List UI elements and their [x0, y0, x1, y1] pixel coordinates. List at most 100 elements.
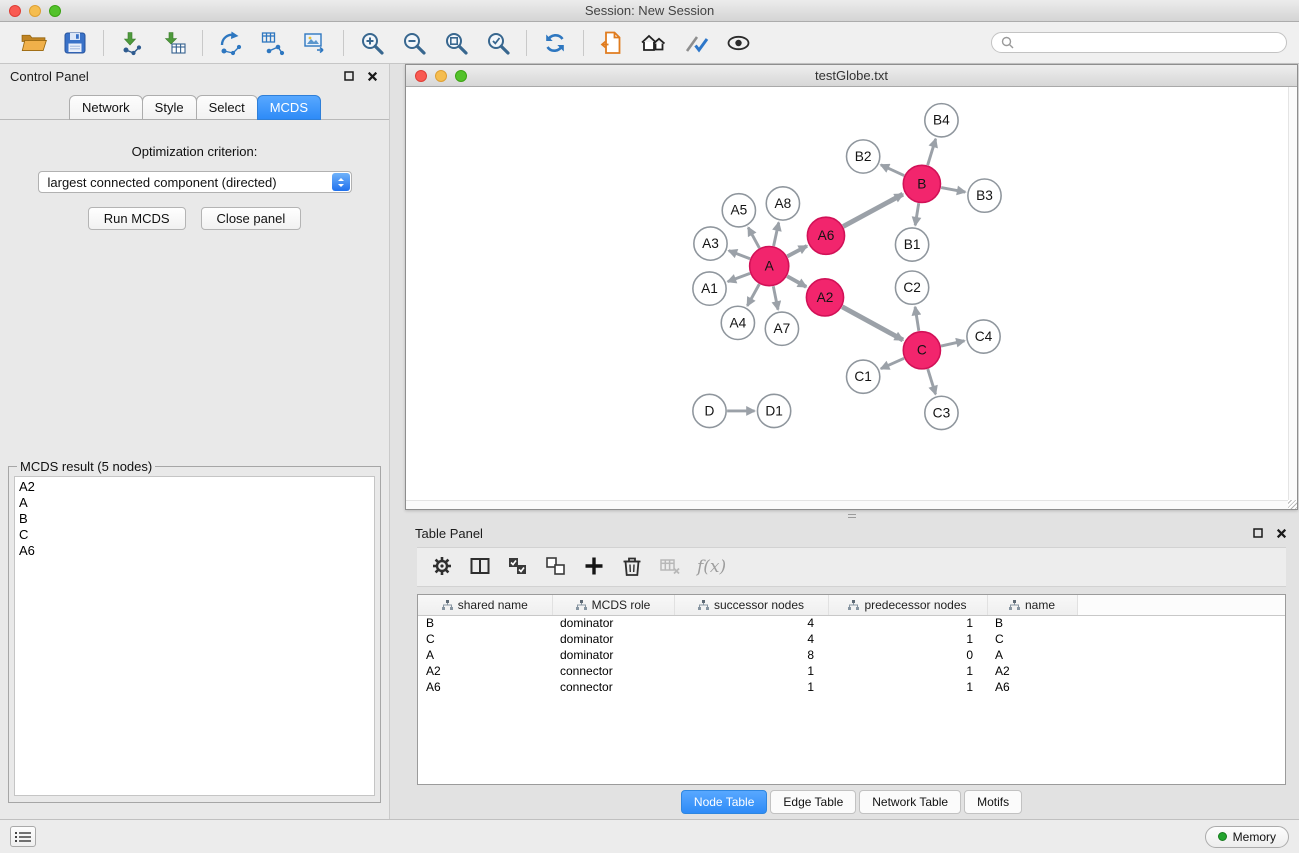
network-close-button[interactable] [415, 70, 427, 82]
new-network-button[interactable] [210, 25, 252, 61]
network-zoom-button[interactable] [455, 70, 467, 82]
table-row[interactable]: A2connector11A2 [418, 663, 1285, 679]
table-cell[interactable]: 8 [674, 647, 828, 663]
tab-style[interactable]: Style [142, 95, 197, 120]
node-A7[interactable]: A7 [765, 312, 798, 345]
edge-A-A4[interactable] [747, 284, 759, 306]
tab-motifs[interactable]: Motifs [964, 790, 1022, 814]
node-C2[interactable]: C2 [895, 271, 928, 304]
tab-edge-table[interactable]: Edge Table [770, 790, 856, 814]
edge-A-A3[interactable] [729, 251, 750, 259]
close-window-button[interactable] [9, 5, 21, 17]
node-A1[interactable]: A1 [693, 272, 726, 305]
table-row[interactable]: Cdominator41C [418, 631, 1285, 647]
edge-B-B1[interactable] [915, 203, 919, 225]
table-cell[interactable]: 0 [828, 647, 987, 663]
edge-A-A1[interactable] [728, 273, 750, 281]
mcds-result-item[interactable]: B [19, 511, 370, 527]
edge-A6-B[interactable] [843, 194, 903, 226]
table-cell[interactable]: C [418, 631, 552, 647]
node-A[interactable]: A [750, 247, 789, 286]
resize-grip-icon[interactable] [1288, 500, 1297, 509]
table-cell[interactable]: 1 [828, 615, 987, 631]
table-settings-button[interactable] [423, 550, 461, 584]
table-cell[interactable]: 1 [674, 679, 828, 695]
edge-A-A2[interactable] [787, 276, 806, 287]
node-C[interactable]: C [903, 332, 940, 369]
edge-B-B2[interactable] [881, 165, 904, 176]
table-cell[interactable]: 1 [828, 679, 987, 695]
tab-network-table[interactable]: Network Table [859, 790, 961, 814]
table-cell[interactable]: 1 [828, 663, 987, 679]
minimize-window-button[interactable] [29, 5, 41, 17]
tab-network[interactable]: Network [69, 95, 143, 120]
mcds-result-item[interactable]: A2 [19, 479, 370, 495]
zoom-selected-button[interactable] [477, 25, 519, 61]
optimization-criterion-dropdown[interactable]: largest connected component (directed) [38, 171, 352, 193]
edge-A-A7[interactable] [773, 286, 778, 309]
run-mcds-button[interactable]: Run MCDS [88, 207, 186, 230]
tab-node-table[interactable]: Node Table [681, 790, 768, 814]
search-input[interactable] [1020, 36, 1277, 50]
node-B2[interactable]: B2 [847, 140, 880, 173]
table-cell[interactable]: B [418, 615, 552, 631]
table-cell[interactable]: B [987, 615, 1077, 631]
node-B3[interactable]: B3 [968, 179, 1001, 212]
apply-style-button[interactable] [675, 25, 717, 61]
mcds-result-item[interactable]: A6 [19, 543, 370, 559]
close-table-panel-icon[interactable] [1274, 526, 1288, 540]
node-A2[interactable]: A2 [806, 279, 843, 316]
table-cell[interactable]: 4 [674, 631, 828, 647]
tab-mcds[interactable]: MCDS [257, 95, 321, 120]
node-B4[interactable]: B4 [925, 104, 958, 137]
close-panel-button[interactable]: Close panel [201, 207, 302, 230]
export-image-button[interactable] [294, 25, 336, 61]
float-panel-icon[interactable] [342, 69, 356, 83]
vertical-scrollbar[interactable] [1288, 87, 1297, 500]
node-A4[interactable]: A4 [721, 306, 754, 339]
delete-rows-button[interactable] [613, 550, 651, 584]
table-cell[interactable]: A2 [987, 663, 1077, 679]
memory-button[interactable]: Memory [1205, 826, 1289, 848]
table-cell[interactable]: dominator [552, 615, 674, 631]
table-cell[interactable]: C [987, 631, 1077, 647]
refresh-layout-button[interactable] [534, 25, 576, 61]
deselect-all-button[interactable] [537, 550, 575, 584]
table-cell[interactable]: dominator [552, 631, 674, 647]
node-C1[interactable]: C1 [847, 360, 880, 393]
select-all-button[interactable] [499, 550, 537, 584]
edge-A2-C[interactable] [842, 307, 903, 340]
task-list-button[interactable] [10, 826, 36, 847]
edge-A-A8[interactable] [774, 223, 779, 246]
edge-A-A5[interactable] [748, 228, 759, 249]
table-cell[interactable]: 1 [674, 663, 828, 679]
zoom-window-button[interactable] [49, 5, 61, 17]
add-row-button[interactable] [575, 550, 613, 584]
table-cell[interactable]: A [987, 647, 1077, 663]
table-cell[interactable]: A [418, 647, 552, 663]
zoom-in-button[interactable] [351, 25, 393, 61]
table-cell[interactable]: connector [552, 679, 674, 695]
edge-A-A6[interactable] [787, 246, 807, 256]
divider-grip-icon[interactable] [848, 513, 856, 519]
panel-divider[interactable] [405, 510, 1298, 521]
edge-C-C2[interactable] [915, 307, 919, 331]
node-A3[interactable]: A3 [694, 227, 727, 260]
node-C3[interactable]: C3 [925, 396, 958, 429]
edge-C-C3[interactable] [928, 369, 936, 394]
node-D1[interactable]: D1 [757, 394, 790, 427]
node-D[interactable]: D [693, 394, 726, 427]
node-C4[interactable]: C4 [967, 320, 1000, 353]
column-header-successor-nodes[interactable]: successor nodes [674, 595, 828, 615]
edge-C-C4[interactable] [941, 341, 964, 346]
table-row[interactable]: Adominator80A [418, 647, 1285, 663]
tab-select[interactable]: Select [196, 95, 258, 120]
column-header-mcds-role[interactable]: MCDS role [552, 595, 674, 615]
close-panel-icon[interactable] [365, 69, 379, 83]
zoom-fit-button[interactable] [435, 25, 477, 61]
float-table-panel-icon[interactable] [1251, 526, 1265, 540]
node-A8[interactable]: A8 [766, 187, 799, 220]
zoom-out-button[interactable] [393, 25, 435, 61]
table-cell[interactable]: dominator [552, 647, 674, 663]
network-minimize-button[interactable] [435, 70, 447, 82]
